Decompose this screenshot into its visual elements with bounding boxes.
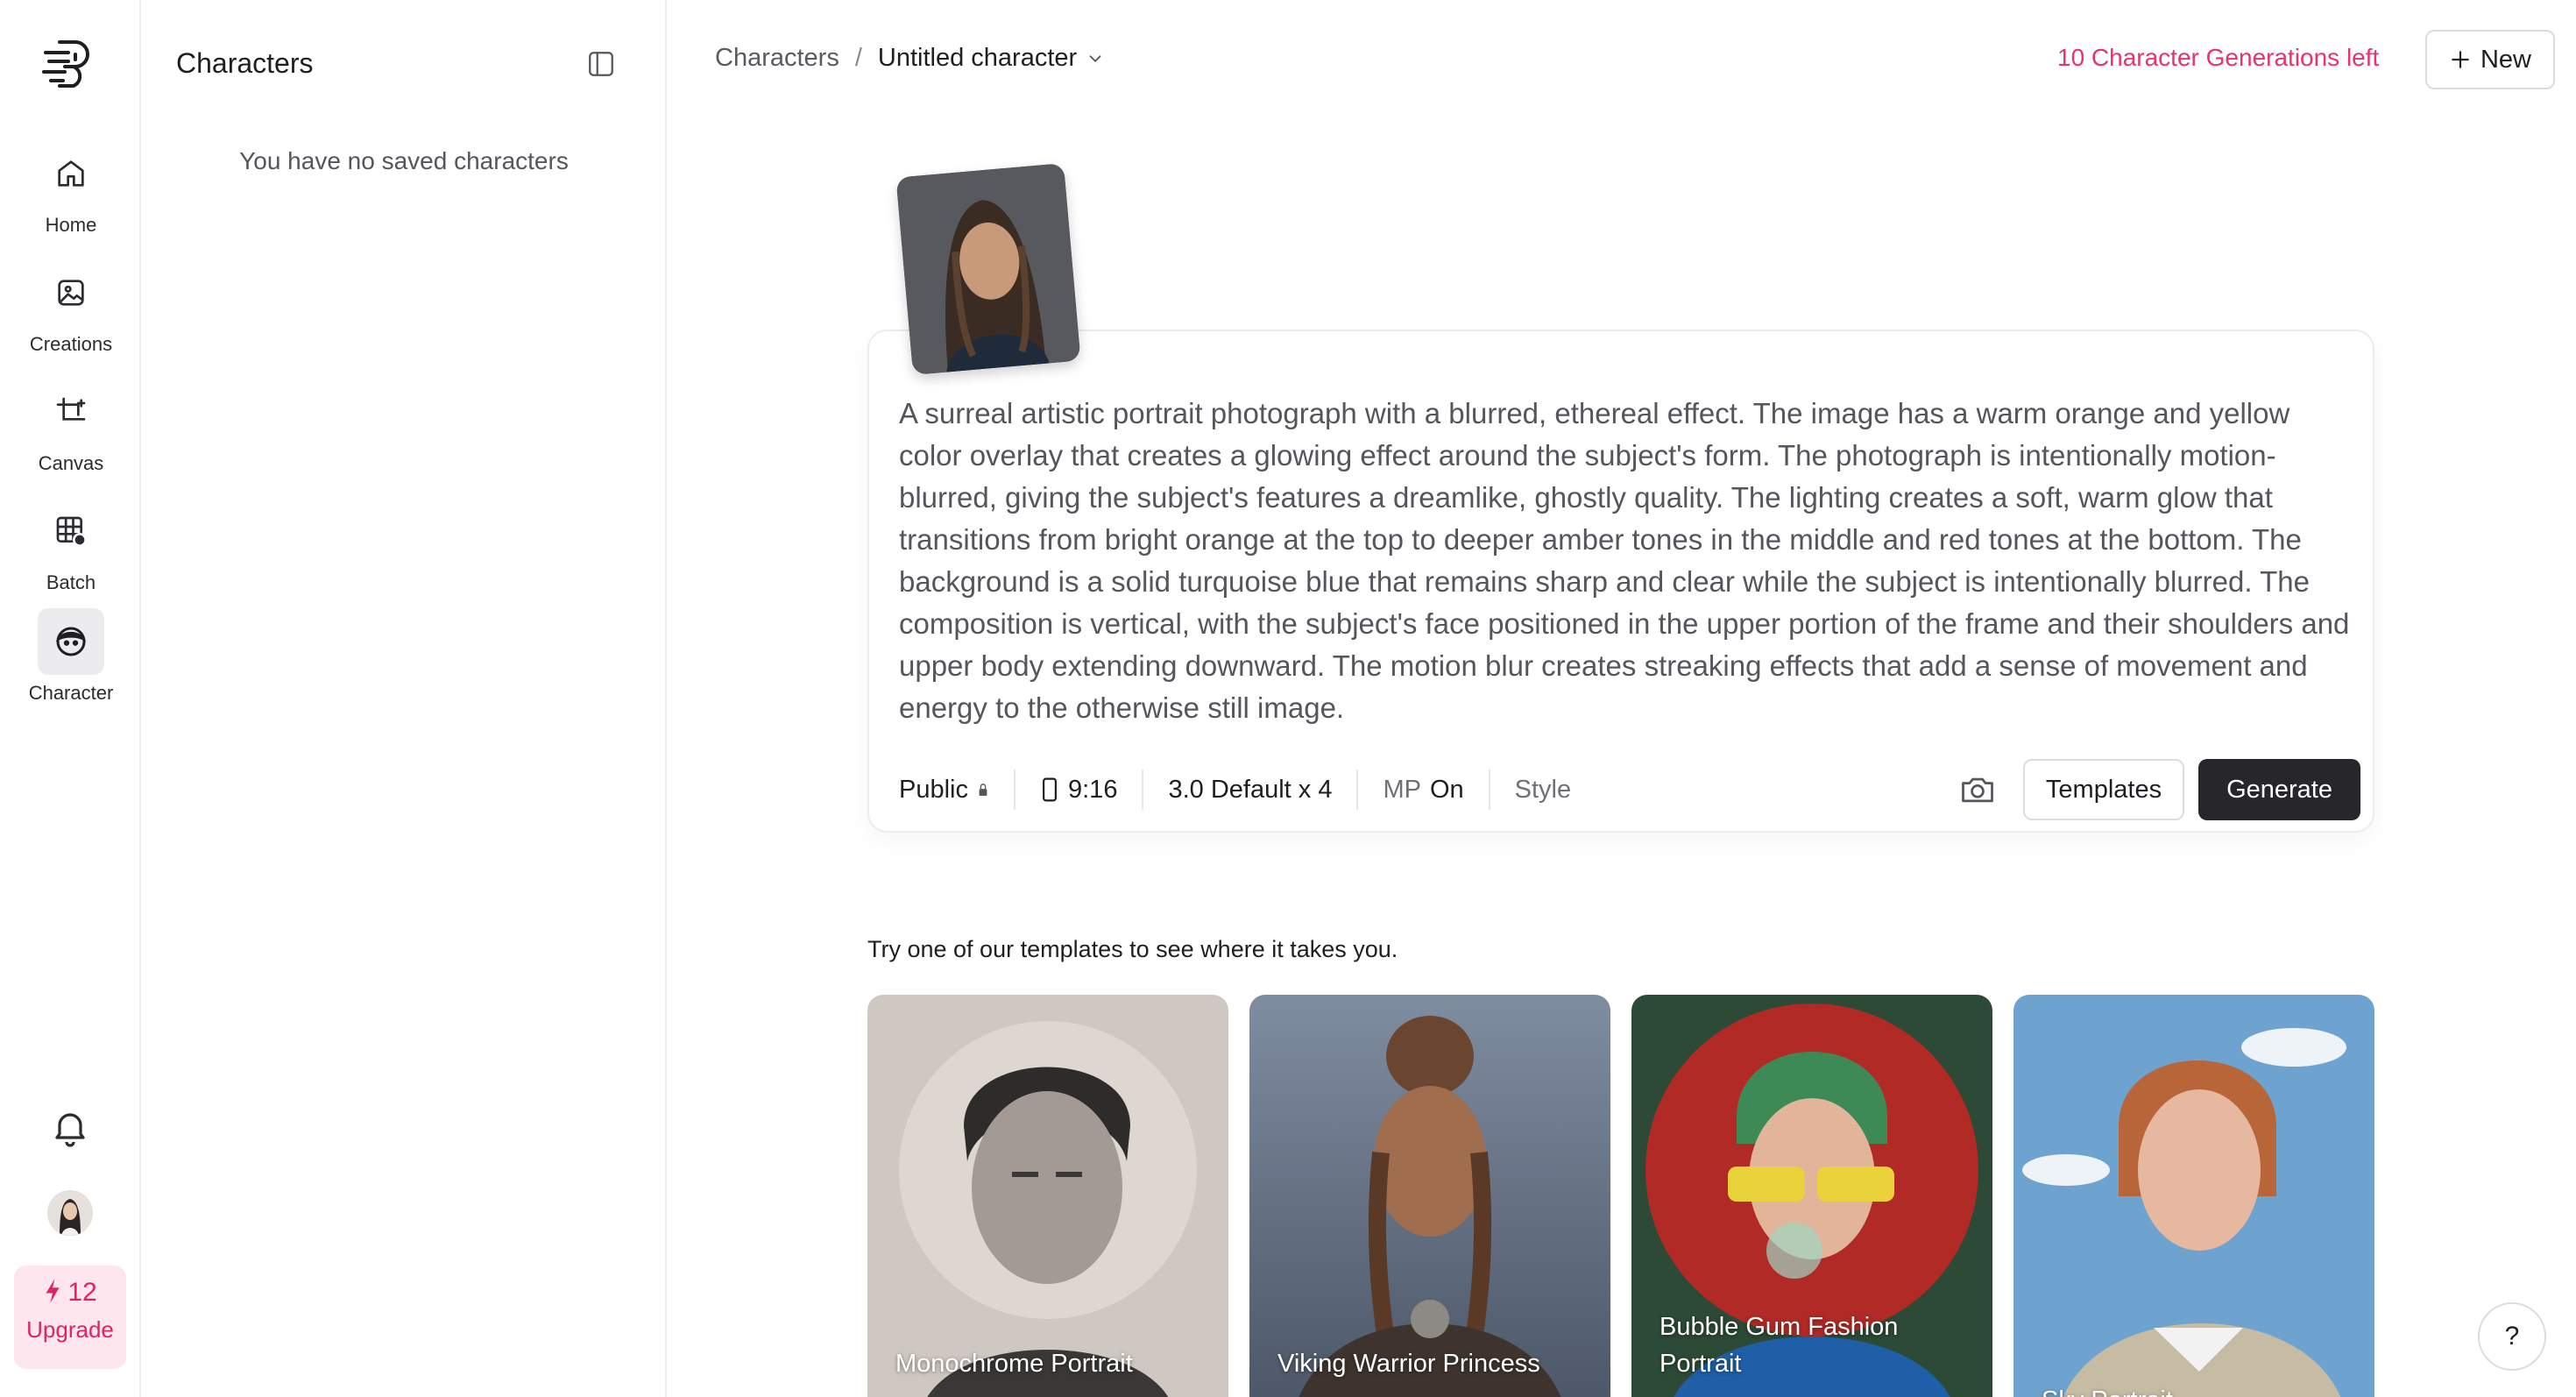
character-name-dropdown[interactable]: Untitled character xyxy=(878,44,1105,73)
characters-panel: Characters You have no saved characters xyxy=(141,0,667,1397)
empty-characters-message: You have no saved characters xyxy=(239,147,569,174)
model-value: 3.0 Default x 4 xyxy=(1168,775,1333,804)
visibility-label: Public xyxy=(899,775,968,804)
upgrade-label: Upgrade xyxy=(26,1316,114,1343)
nav-character[interactable]: Character xyxy=(18,608,124,717)
lightning-icon xyxy=(46,1279,60,1303)
nav-rail: Home Creations Canvas Batch Character 12… xyxy=(0,0,141,1397)
nav-creations-label: Creations xyxy=(29,333,113,355)
bell-icon[interactable] xyxy=(49,1106,91,1148)
template-card-sky[interactable]: Sky Portrait xyxy=(2013,995,2374,1397)
generate-button[interactable]: Generate xyxy=(2198,759,2360,820)
nav-home[interactable]: Home xyxy=(18,140,124,249)
user-avatar[interactable] xyxy=(47,1190,93,1236)
template-card-viking[interactable]: Viking Warrior Princess xyxy=(1249,995,1610,1397)
sidebar-toggle-icon[interactable] xyxy=(586,49,616,79)
prompt-composer: A surreal artistic portrait photograph w… xyxy=(867,330,2374,833)
template-label: Monochrome Portrait xyxy=(895,1350,1133,1378)
template-card-monochrome[interactable]: Monochrome Portrait xyxy=(867,995,1228,1397)
panel-title: Characters xyxy=(176,47,314,79)
image-icon xyxy=(38,259,104,326)
mp-label: MP xyxy=(1383,775,1421,804)
style-label: Style xyxy=(1514,775,1572,804)
new-character-button[interactable]: New xyxy=(2425,30,2555,89)
camera-icon[interactable] xyxy=(1958,770,1997,809)
lock-icon xyxy=(979,784,987,796)
breadcrumb-root-link[interactable]: Characters xyxy=(715,44,839,73)
template-label: Sky Portrait xyxy=(2042,1382,2339,1397)
app-logo-icon[interactable] xyxy=(40,33,98,91)
generations-left-counter: 10 Character Generations left xyxy=(2057,44,2380,71)
batch-grid-icon xyxy=(38,498,104,564)
credits-count: 12 xyxy=(14,1278,126,1308)
upgrade-button[interactable]: 12 Upgrade xyxy=(14,1266,126,1369)
templates-button[interactable]: Templates xyxy=(2022,759,2185,820)
home-icon xyxy=(38,140,104,207)
chevron-down-icon xyxy=(1089,54,1101,62)
nav-canvas[interactable]: Canvas xyxy=(18,379,124,487)
template-thumbnail xyxy=(867,995,1228,1397)
nav-home-label: Home xyxy=(45,214,97,236)
breadcrumb: Characters / Untitled character xyxy=(715,44,1105,73)
prompt-textarea[interactable]: A surreal artistic portrait photograph w… xyxy=(899,393,2353,729)
nav-batch-label: Batch xyxy=(46,571,96,593)
template-thumbnail xyxy=(1249,995,1610,1397)
help-button[interactable]: ? xyxy=(2478,1302,2546,1371)
mp-toggle[interactable]: MP On xyxy=(1356,769,1488,810)
templates-heading: Try one of our templates to see where it… xyxy=(867,936,1398,962)
new-button-label: New xyxy=(2480,45,2531,74)
template-thumbnail xyxy=(2013,995,2374,1397)
style-selector[interactable]: Style xyxy=(1488,769,1596,810)
nav-creations[interactable]: Creations xyxy=(18,259,124,368)
breadcrumb-separator: / xyxy=(854,44,862,72)
model-selector[interactable]: 3.0 Default x 4 xyxy=(1142,769,1356,810)
crop-icon xyxy=(38,379,104,445)
template-label: Viking Warrior Princess xyxy=(1277,1350,1540,1378)
character-reference-image[interactable] xyxy=(895,163,1081,375)
portrait-ratio-icon xyxy=(1043,777,1057,802)
plus-icon xyxy=(2452,51,2469,68)
mp-value: On xyxy=(1429,775,1464,804)
nav-batch[interactable]: Batch xyxy=(18,498,124,606)
composer-toolbar: Public 9:16 3.0 Default x 4 MP On Style … xyxy=(899,759,2360,820)
visibility-toggle[interactable]: Public xyxy=(899,769,1014,810)
aspect-ratio-selector[interactable]: 9:16 xyxy=(1014,769,1142,810)
template-label: Bubble Gum Fashion Portrait xyxy=(1660,1313,1899,1378)
character-face-icon xyxy=(38,608,104,675)
aspect-ratio-value: 9:16 xyxy=(1068,775,1118,804)
breadcrumb-current: Untitled character xyxy=(877,44,1078,72)
template-card-bubble-gum[interactable]: Bubble Gum Fashion Portrait xyxy=(1631,995,1992,1397)
credits-value: 12 xyxy=(67,1278,97,1307)
nav-canvas-label: Canvas xyxy=(38,452,104,474)
nav-character-label: Character xyxy=(28,682,114,704)
